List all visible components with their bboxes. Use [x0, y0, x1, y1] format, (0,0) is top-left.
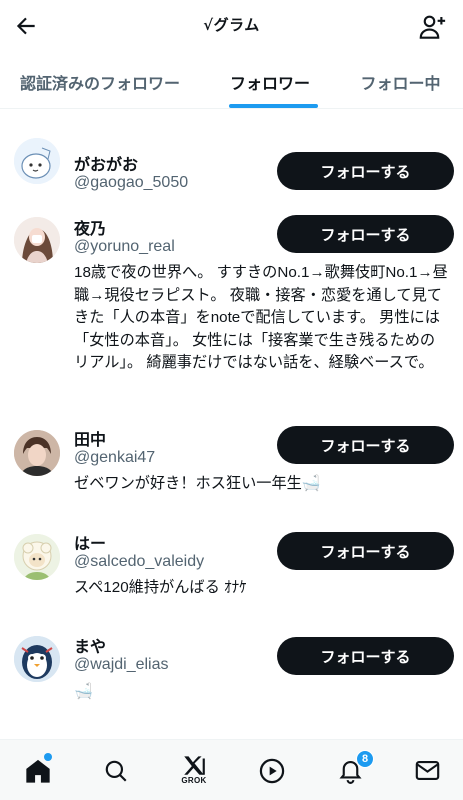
mail-icon [415, 760, 439, 781]
nav-grok[interactable]: GROK [164, 740, 224, 800]
follow-button[interactable]: フォローする [277, 152, 454, 190]
user-name[interactable]: がおがお [74, 151, 138, 175]
nav-video[interactable] [242, 740, 302, 800]
user-handle[interactable]: @wajdi_elias [74, 656, 169, 674]
follow-button[interactable]: フォローする [277, 532, 454, 570]
tab-bar: 認証済みのフォロワー フォロワー フォロー中 [0, 54, 463, 109]
user-handle[interactable]: @gaogao_5050 [74, 174, 188, 192]
user-handle[interactable]: @yoruno_real [74, 238, 175, 256]
user-name[interactable]: 田中 [74, 426, 106, 450]
page-title: √グラム [203, 16, 260, 34]
list-item[interactable]: がおがお @gaogao_5050 フォローする [0, 130, 463, 210]
header: √グラム [0, 0, 463, 54]
play-icon [259, 758, 285, 783]
list-item[interactable]: はー @salcedo_valeidy フォローする スペ120維持がんばる ｵ… [0, 528, 463, 613]
user-name[interactable]: まや [74, 633, 106, 657]
avatar[interactable] [14, 636, 60, 682]
user-bio: 🛁 [74, 683, 93, 700]
list-item[interactable]: 夜乃 @yoruno_real フォローする 18歳で夜の世界へ。 すすきのNo… [0, 210, 463, 410]
user-handle[interactable]: @salcedo_valeidy [74, 553, 204, 571]
user-name[interactable]: はー [74, 530, 106, 554]
avatar[interactable] [14, 217, 60, 263]
bottom-nav: GROK 8 [0, 739, 463, 800]
list-item[interactable]: 田中 @genkai47 フォローする ゼベワンが好き！ホス狂い一年生🛁 [0, 425, 463, 510]
tab-verified-followers[interactable]: 認証済みのフォロワー [10, 54, 190, 109]
notification-badge: 8 [356, 750, 374, 768]
woman-photo-avatar [14, 217, 60, 263]
follow-button[interactable]: フォローする [277, 637, 454, 675]
active-tab-indicator [229, 104, 318, 108]
nav-search[interactable] [86, 740, 146, 800]
avatar[interactable] [14, 534, 60, 580]
follow-button[interactable]: フォローする [277, 426, 454, 464]
avatar[interactable] [14, 138, 60, 184]
nav-notifications[interactable] [320, 740, 380, 800]
home-unread-dot [44, 753, 52, 761]
user-bio: ゼベワンが好き！ホス狂い一年生🛁 [74, 475, 321, 492]
add-user-button[interactable] [415, 10, 449, 44]
avatar[interactable] [14, 430, 60, 476]
nav-messages[interactable] [397, 740, 457, 800]
cartoon-character-avatar [14, 138, 60, 184]
list-item[interactable]: まや @wajdi_elias フォローする 🛁 [0, 632, 463, 722]
search-icon [105, 760, 127, 782]
grok-label: GROK [181, 776, 207, 785]
follow-button[interactable]: フォローする [277, 215, 454, 253]
sheep-character-avatar [14, 534, 60, 580]
man-photo-avatar [14, 430, 60, 476]
user-bio: スペ120維持がんばる ｵﾅｹ [74, 579, 247, 596]
tab-following[interactable]: フォロー中 [348, 54, 453, 109]
user-bio: 18歳で夜の世界へ。 すすきのNo.1→歌舞伎町No.1→昼職→現役セラピスト。… [74, 264, 448, 371]
user-name[interactable]: 夜乃 [74, 215, 106, 239]
grok-icon [184, 755, 205, 775]
person-add-icon [419, 15, 446, 39]
nav-home[interactable] [8, 740, 68, 800]
user-handle[interactable]: @genkai47 [74, 449, 155, 467]
tab-followers[interactable]: フォロワー [210, 54, 330, 109]
penguin-character-avatar [14, 636, 60, 682]
